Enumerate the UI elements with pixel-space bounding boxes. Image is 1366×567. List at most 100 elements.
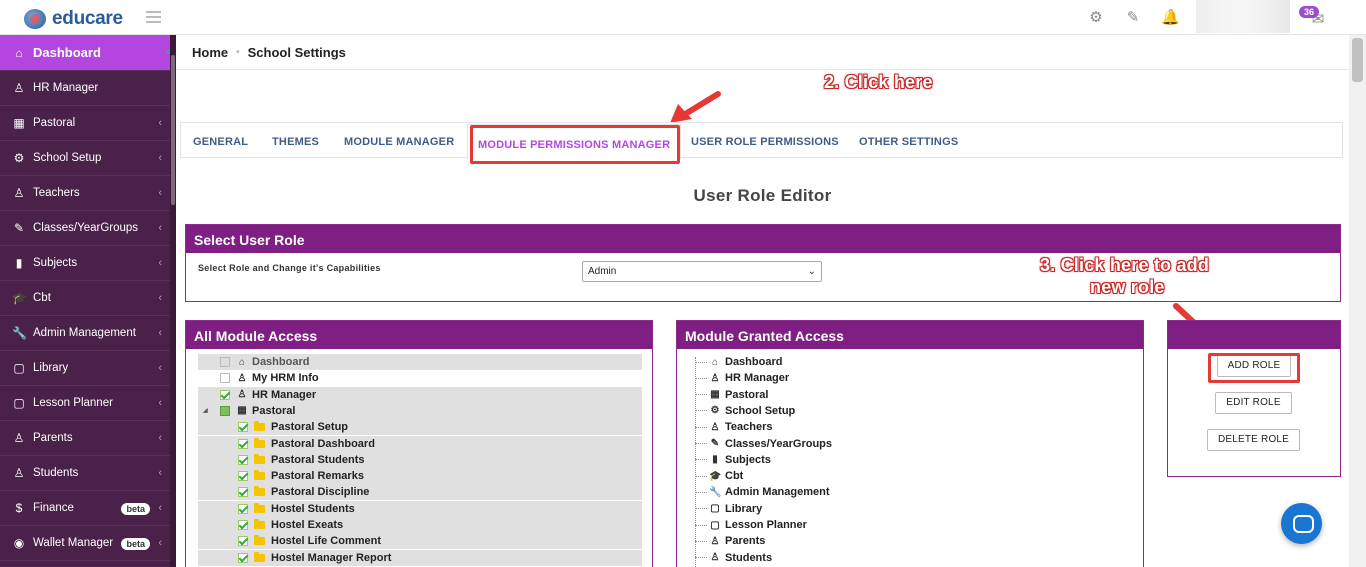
chevron-left-icon: ‹ [158, 292, 162, 304]
tree-connector [695, 557, 707, 559]
page-scrollbar-thumb[interactable] [1352, 38, 1363, 82]
notification-badge: 36 [1299, 6, 1320, 18]
sidebar-item-subjects[interactable]: ▮ Subjects ‹ [0, 246, 170, 281]
user-avatar[interactable] [1196, 0, 1290, 33]
sidebar-scrollbar-thumb[interactable] [171, 55, 175, 205]
user-icon: ♙ [710, 552, 720, 564]
checkbox[interactable] [220, 405, 230, 416]
tree-row[interactable]: ♙ Students [695, 550, 772, 566]
bell-icon[interactable]: 🔔 [1161, 9, 1180, 27]
tree-row[interactable]: ✎ Classes/YearGroups [695, 436, 832, 452]
sidebar-item-teachers[interactable]: ♙ Teachers ‹ [0, 176, 170, 211]
checkbox[interactable] [238, 438, 248, 449]
checkbox[interactable] [238, 454, 248, 465]
tree-row[interactable]: Hostel Exeats [198, 517, 642, 533]
tree-row[interactable]: ♙ HR Manager [198, 386, 642, 403]
edit-icon[interactable]: ✎ [1124, 9, 1142, 27]
checkbox[interactable] [238, 422, 248, 433]
sidebar-item-lesson-planner[interactable]: ▢ Lesson Planner ‹ [0, 386, 170, 421]
chevron-left-icon: ‹ [158, 152, 162, 164]
tab-user-role-permissions[interactable]: USER ROLE PERMISSIONS [691, 123, 839, 159]
tree-row[interactable]: Hostel Life Comment [198, 533, 642, 550]
tree-row[interactable]: Pastoral Students [198, 451, 642, 468]
tree-row[interactable]: ♙ Parents [695, 533, 765, 549]
sidebar-item-dashboard[interactable]: ⌂ Dashboard ‹ [0, 35, 170, 71]
tree-row[interactable]: Pastoral Remarks [198, 468, 642, 485]
tree-row-label: Dashboard [252, 356, 310, 368]
checkbox[interactable] [238, 520, 248, 530]
sidebar-item-admin-management[interactable]: 🔧 Admin Management ‹ [0, 316, 170, 351]
checkbox[interactable] [220, 357, 230, 367]
graduation-cap-icon: 🎓 [709, 470, 722, 482]
sidebar-item-hr-manager[interactable]: ♙ HR Manager [0, 71, 170, 106]
tree-connector [695, 377, 707, 379]
sidebar-item-students[interactable]: ♙ Students ‹ [0, 456, 170, 491]
sidebar-item-wallet-manager[interactable]: ◉ Wallet Manager beta ‹ [0, 526, 170, 561]
checkbox[interactable] [238, 471, 248, 482]
tree-row[interactable]: ▦ Pastoral [695, 387, 768, 403]
tab-module-manager[interactable]: MODULE MANAGER [344, 123, 454, 159]
checkbox[interactable] [238, 487, 248, 498]
tree-row[interactable]: ⚙ School Setup [695, 403, 795, 419]
tree-row[interactable]: 🔧 Admin Management [695, 484, 830, 500]
sidebar-item-classes-yeargroups[interactable]: ✎ Classes/YearGroups ‹ [0, 211, 170, 246]
tree-row[interactable]: Pastoral Dashboard [198, 435, 642, 452]
expand-toggle-icon[interactable]: ◢ [203, 407, 208, 414]
page-scrollbar[interactable] [1349, 35, 1366, 567]
tree-row-label: Pastoral Students [271, 453, 365, 466]
folder-icon [254, 551, 265, 562]
sidebar-item-cbt[interactable]: 🎓 Cbt ‹ [0, 281, 170, 316]
tree-row-label: Dashboard [725, 356, 783, 368]
module-granted-access-panel: Module Granted Access ⌂ Dashboard ♙ HR Mana… [676, 320, 1144, 567]
tree-row[interactable]: ◢ ▦ Pastoral [198, 402, 642, 419]
edit-role-button[interactable]: EDIT ROLE [1215, 392, 1292, 414]
tree-row[interactable]: ♙ Teachers [695, 419, 773, 435]
tree-row[interactable]: ⌂ Dashboard [198, 354, 642, 370]
tab-themes[interactable]: THEMES [272, 123, 319, 159]
tab-other-settings[interactable]: OTHER SETTINGS [859, 123, 958, 159]
checkbox[interactable] [238, 536, 248, 547]
delete-role-button[interactable]: DELETE ROLE [1207, 429, 1300, 451]
tree-row[interactable]: ♙ HR Manager [695, 370, 789, 386]
sidebar-item-finance[interactable]: $ Finance beta ‹ [0, 491, 170, 526]
user-tie-icon: ♙ [13, 81, 25, 95]
tree-row[interactable]: 🎓 Cbt [695, 468, 743, 484]
checkbox[interactable] [220, 373, 230, 384]
beta-badge: beta [121, 503, 150, 515]
breadcrumb-home[interactable]: Home [192, 45, 228, 60]
sidebar-item-school-setup[interactable]: ⚙ School Setup ‹ [0, 141, 170, 176]
sidebar-item-label: Wallet Manager [33, 537, 114, 549]
user-icon: ♙ [13, 431, 25, 445]
annotation-arrow-2 [670, 91, 721, 123]
hamburger-menu-icon[interactable] [146, 11, 161, 23]
settings-tabs: GENERAL THEMES MODULE MANAGER MODULE PER… [180, 122, 1343, 160]
gear-icon[interactable]: ⚙ [1087, 9, 1105, 27]
sidebar-item-library[interactable]: ▢ Library ‹ [0, 351, 170, 386]
checkbox[interactable] [220, 389, 230, 400]
chevron-left-icon: ‹ [158, 467, 162, 479]
checkbox[interactable] [238, 503, 248, 514]
role-select-value: Admin [588, 266, 617, 277]
tree-row-label: Pastoral Setup [271, 421, 349, 434]
tree-row[interactable]: ▢ Library [695, 501, 762, 517]
highlight-box-add-role [1208, 353, 1300, 383]
role-select[interactable]: Admin ⌄ [582, 261, 822, 282]
chat-bubble-icon[interactable] [1281, 503, 1322, 544]
tree-row[interactable]: ⌂ Dashboard [695, 354, 782, 370]
dollar-icon: $ [15, 501, 23, 515]
checkbox[interactable] [238, 552, 248, 563]
tree-row[interactable]: Hostel Manager Report [198, 549, 642, 566]
tree-row[interactable]: Pastoral Setup [198, 419, 642, 436]
folder-icon [254, 502, 265, 513]
sidebar-item-parents[interactable]: ♙ Parents ‹ [0, 421, 170, 456]
wrench-icon: 🔧 [709, 486, 722, 498]
tab-general[interactable]: GENERAL [193, 123, 248, 159]
tree-row-label: Admin Management [725, 486, 830, 499]
app-logo[interactable]: educare [24, 8, 123, 30]
tree-row[interactable]: ▮ Subjects [695, 452, 771, 468]
tree-row[interactable]: ♙ My HRM Info [198, 370, 642, 386]
tree-row[interactable]: Pastoral Discipline [198, 484, 642, 501]
tree-row[interactable]: Hostel Students [198, 500, 642, 517]
sidebar-item-pastoral[interactable]: ▦ Pastoral ‹ [0, 106, 170, 141]
tree-row[interactable]: ▢ Lesson Planner [695, 517, 807, 533]
